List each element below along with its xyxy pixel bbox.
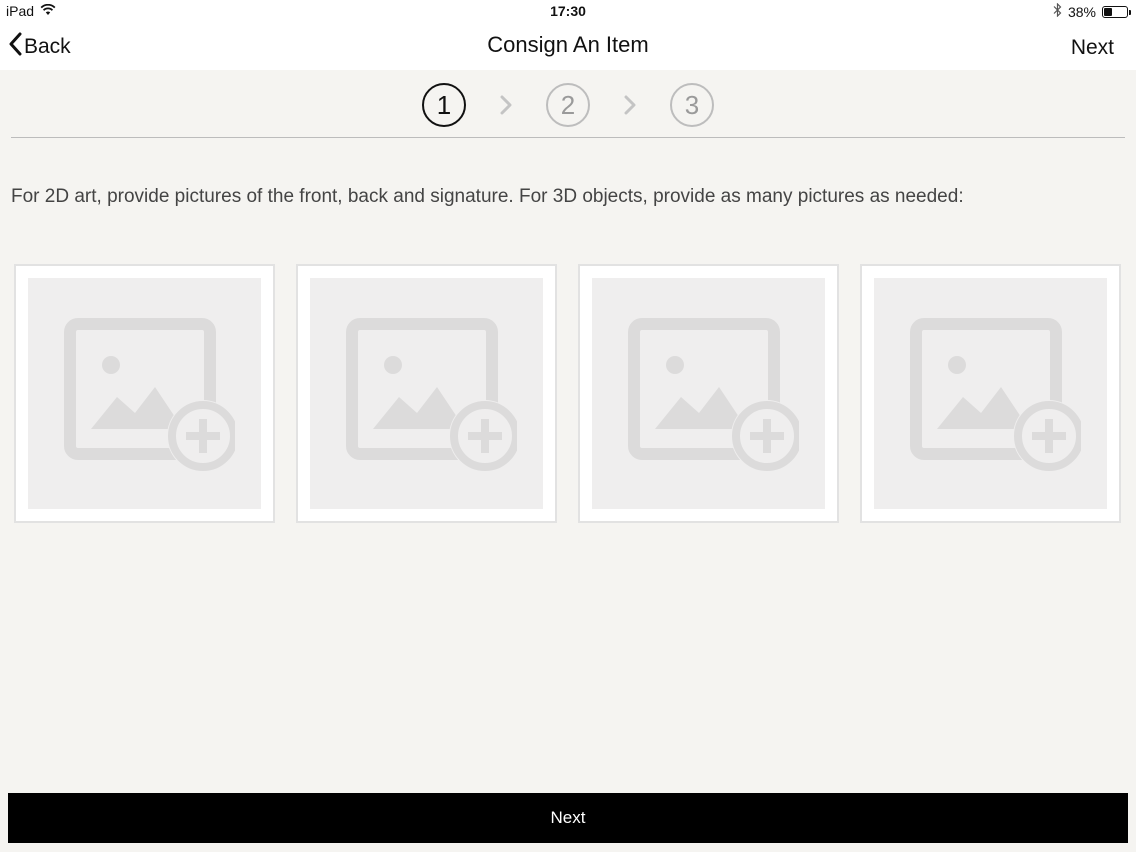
step-3: 3 (670, 83, 714, 127)
photo-slot-1[interactable] (14, 264, 275, 523)
chevron-right-icon (466, 94, 546, 116)
status-bar: iPad 17:30 38% (0, 0, 1136, 24)
page-title: Consign An Item (487, 32, 649, 57)
chevron-right-icon (590, 94, 670, 116)
photo-placeholder (310, 278, 543, 509)
add-photo-icon (909, 317, 1081, 472)
bluetooth-icon (1053, 2, 1062, 20)
photo-placeholder (28, 278, 261, 509)
divider (11, 137, 1125, 138)
photo-slot-2[interactable] (296, 264, 557, 523)
photo-slot-3[interactable] (578, 264, 839, 523)
photo-placeholder (592, 278, 825, 509)
add-photo-icon (627, 317, 799, 472)
next-button[interactable]: Next (8, 793, 1128, 843)
battery-percent: 38% (1067, 3, 1096, 20)
status-right: 38% (1053, 2, 1131, 20)
battery-icon (1102, 5, 1131, 18)
photo-grid (14, 264, 1121, 523)
battery-fill (1104, 7, 1113, 16)
step-2: 2 (546, 83, 590, 127)
instructions-text: For 2D art, provide pictures of the fron… (11, 186, 964, 207)
step-indicator: 1 2 3 (0, 82, 1136, 128)
add-photo-icon (345, 317, 517, 472)
photo-slot-4[interactable] (860, 264, 1121, 523)
navigation-bar: Back Consign An Item Next (0, 24, 1136, 70)
nav-next-button[interactable]: Next (1071, 36, 1114, 60)
step-1: 1 (422, 83, 466, 127)
photo-placeholder (874, 278, 1107, 509)
status-time: 17:30 (550, 3, 586, 19)
add-photo-icon (63, 317, 235, 472)
